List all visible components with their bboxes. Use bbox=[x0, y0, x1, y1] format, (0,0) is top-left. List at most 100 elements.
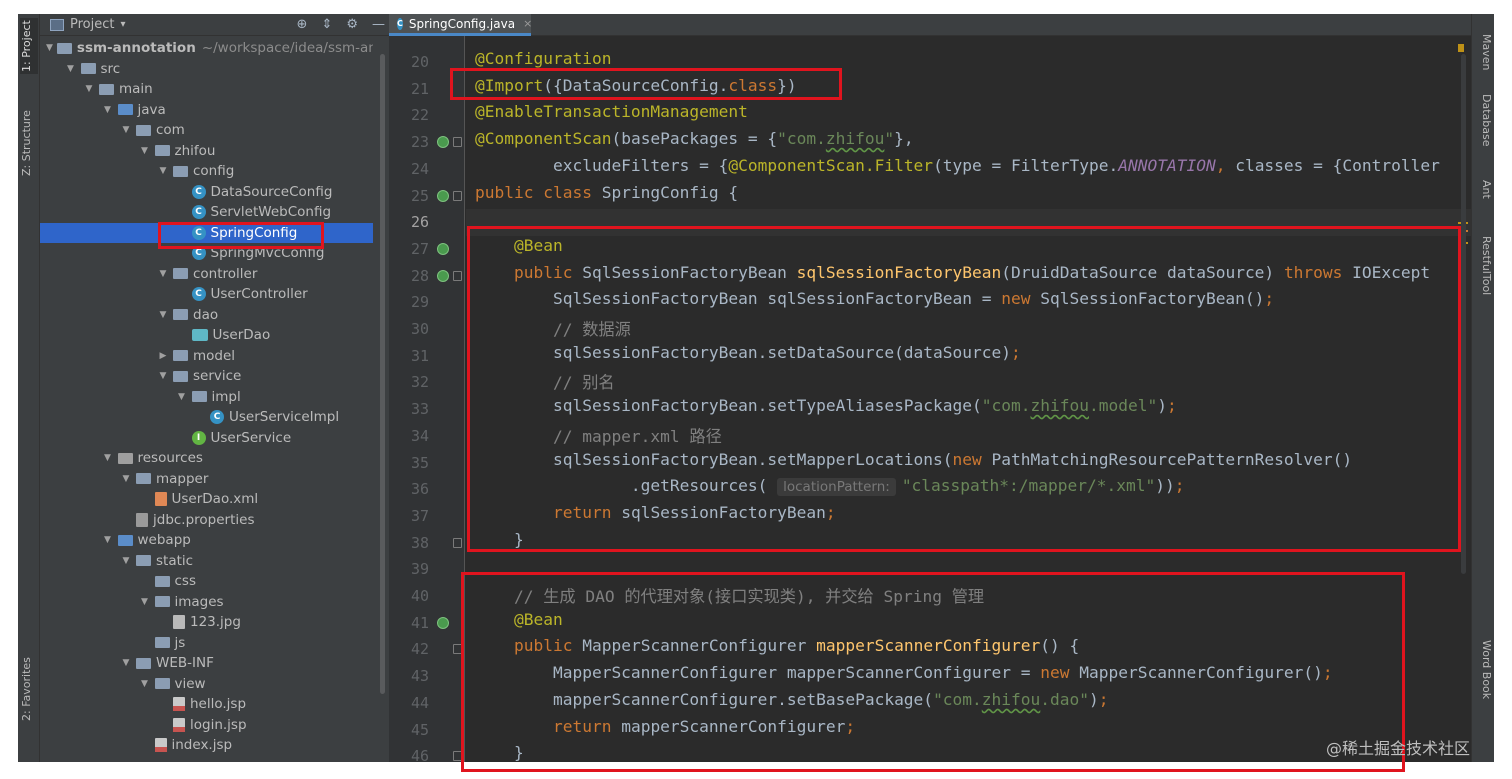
code-line[interactable]: // mapper.xml 路径 bbox=[466, 423, 1471, 450]
project-tool-tab[interactable]: 1: Project bbox=[20, 18, 38, 74]
tree-item[interactable]: ▼ src bbox=[40, 59, 373, 79]
expanded-arrow-icon[interactable]: ▼ bbox=[102, 535, 114, 545]
expanded-arrow-icon[interactable]: ▼ bbox=[120, 556, 132, 566]
code-line[interactable]: } bbox=[466, 743, 1471, 762]
tree-item[interactable]: 123.jpg bbox=[40, 612, 373, 632]
spring-bean-gutter-icon[interactable] bbox=[437, 616, 449, 629]
code-line[interactable]: .getResources( locationPattern: "classpat… bbox=[466, 476, 1471, 503]
code-line[interactable]: sqlSessionFactoryBean.setMapperLocations… bbox=[466, 450, 1471, 477]
tree-item[interactable]: ▼ service bbox=[40, 366, 373, 386]
code-line[interactable]: mapperScannerConfigurer.setBasePackage("… bbox=[466, 690, 1471, 717]
fold-marker-icon[interactable] bbox=[453, 270, 462, 281]
code-line[interactable]: // 生成 DAO 的代理对象(接口实现类), 并交给 Spring 管理 bbox=[466, 583, 1471, 610]
expanded-arrow-icon[interactable]: ▼ bbox=[65, 64, 77, 74]
tree-item[interactable]: ▼ config bbox=[40, 161, 373, 181]
restfultool-tool-tab[interactable]: RestfulTool bbox=[1475, 236, 1493, 318]
code-line[interactable]: @Bean bbox=[466, 236, 1471, 263]
tree-item[interactable]: UserDao bbox=[40, 325, 373, 345]
code-line[interactable]: public class SpringConfig { bbox=[466, 183, 1471, 210]
expanded-arrow-icon[interactable]: ▼ bbox=[157, 166, 169, 176]
expanded-arrow-icon[interactable]: ▼ bbox=[157, 269, 169, 279]
collapse-all-icon[interactable]: ⇕ bbox=[321, 17, 332, 32]
tree-item[interactable]: ▼ images bbox=[40, 592, 373, 612]
tree-item[interactable]: C UserController bbox=[40, 284, 373, 304]
code-editor[interactable]: @Configuration @Import({DataSourceConfig.… bbox=[466, 36, 1471, 762]
code-line[interactable]: @Configuration bbox=[466, 49, 1471, 76]
tree-item[interactable]: hello.jsp bbox=[40, 694, 373, 714]
code-line[interactable]: @Import({DataSourceConfig.class}) bbox=[466, 76, 1471, 103]
tree-item[interactable]: C SpringMvcConfig bbox=[40, 243, 373, 263]
close-icon[interactable]: × bbox=[523, 17, 532, 30]
expanded-arrow-icon[interactable]: ▼ bbox=[120, 658, 132, 668]
code-line[interactable]: // 数据源 bbox=[466, 316, 1471, 343]
expanded-arrow-icon[interactable]: ▼ bbox=[120, 474, 132, 484]
code-line[interactable]: return mapperScannerConfigurer; bbox=[466, 717, 1471, 744]
tree-item[interactable]: ▼ controller bbox=[40, 264, 373, 284]
expanded-arrow-icon[interactable]: ▼ bbox=[157, 310, 169, 320]
favorites-tool-tab[interactable]: 2: Favorites bbox=[20, 654, 38, 724]
expanded-arrow-icon[interactable]: ▼ bbox=[176, 392, 188, 402]
code-line[interactable]: public SqlSessionFactoryBean sqlSessionF… bbox=[466, 263, 1471, 290]
database-tool-tab[interactable]: Database bbox=[1475, 94, 1493, 160]
code-line[interactable]: sqlSessionFactoryBean.setDataSource(data… bbox=[466, 343, 1471, 370]
tab-springconfig[interactable]: C SpringConfig.java × bbox=[389, 14, 532, 36]
expanded-arrow-icon[interactable]: ▼ bbox=[102, 453, 114, 463]
structure-tool-tab[interactable]: Z: Structure bbox=[20, 106, 38, 180]
code-line[interactable]: SqlSessionFactoryBean sqlSessionFactoryB… bbox=[466, 289, 1471, 316]
tree-item[interactable]: ▼ static bbox=[40, 551, 373, 571]
tree-item[interactable]: login.jsp bbox=[40, 715, 373, 735]
tree-item[interactable]: ▼ mapper bbox=[40, 469, 373, 489]
expanded-arrow-icon[interactable]: ▼ bbox=[157, 371, 169, 381]
tree-item[interactable]: C ServletWebConfig bbox=[40, 202, 373, 222]
fold-marker-icon[interactable] bbox=[453, 537, 462, 548]
locate-icon[interactable]: ⊕ bbox=[297, 17, 308, 32]
tree-item[interactable]: ▼ impl bbox=[40, 387, 373, 407]
gear-icon[interactable]: ⚙ bbox=[346, 17, 358, 32]
tree-item[interactable]: UserDao.xml bbox=[40, 489, 373, 509]
tree-item[interactable]: css bbox=[40, 571, 373, 591]
wordbook-tool-tab[interactable]: Word Book bbox=[1475, 640, 1493, 720]
tree-item[interactable]: ▼ com bbox=[40, 120, 373, 140]
maven-tool-tab[interactable]: Maven bbox=[1475, 34, 1493, 78]
tree-item[interactable]: I UserService bbox=[40, 428, 373, 448]
code-line[interactable]: sqlSessionFactoryBean.setTypeAliasesPack… bbox=[466, 396, 1471, 423]
project-header-label[interactable]: Project bbox=[70, 17, 114, 32]
tree-item[interactable]: ▼ dao bbox=[40, 305, 373, 325]
hide-panel-icon[interactable]: — bbox=[372, 17, 385, 32]
expanded-arrow-icon[interactable]: ▼ bbox=[83, 84, 95, 94]
code-line[interactable]: excludeFilters = {@ComponentScan.Filter(… bbox=[466, 156, 1471, 183]
code-line[interactable] bbox=[466, 209, 1471, 236]
expanded-arrow-icon[interactable]: ▼ bbox=[120, 125, 132, 135]
code-line[interactable] bbox=[466, 556, 1471, 583]
spring-bean-gutter-icon[interactable] bbox=[437, 189, 449, 202]
code-line[interactable]: MapperScannerConfigurer mapperScannerCon… bbox=[466, 663, 1471, 690]
spring-bean-gutter-icon[interactable] bbox=[437, 136, 449, 149]
editor-scrollbar[interactable] bbox=[1461, 54, 1466, 574]
tree-item[interactable]: C DataSourceConfig bbox=[40, 182, 373, 202]
tree-item[interactable]: ▼ java bbox=[40, 100, 373, 120]
expanded-arrow-icon[interactable]: ▼ bbox=[46, 43, 53, 53]
fold-marker-icon[interactable] bbox=[453, 644, 462, 655]
tree-item[interactable]: ▼ WEB-INF bbox=[40, 653, 373, 673]
chevron-down-icon[interactable]: ▾ bbox=[120, 19, 125, 30]
tree-item[interactable]: ▼ webapp bbox=[40, 530, 373, 550]
ant-tool-tab[interactable]: Ant bbox=[1475, 180, 1493, 216]
tree-item[interactable]: C SpringConfig bbox=[40, 222, 373, 243]
fold-marker-icon[interactable] bbox=[453, 751, 462, 762]
tree-item[interactable]: ▼ main bbox=[40, 79, 373, 99]
code-line[interactable]: @ComponentScan(basePackages = {"com.zhif… bbox=[466, 129, 1471, 156]
code-line[interactable]: public MapperScannerConfigurer mapperSca… bbox=[466, 636, 1471, 663]
fold-marker-icon[interactable] bbox=[453, 190, 462, 201]
tree-item[interactable]: ▼ view bbox=[40, 674, 373, 694]
fold-marker-icon[interactable] bbox=[453, 137, 462, 148]
expanded-arrow-icon[interactable]: ▼ bbox=[139, 597, 151, 607]
code-line[interactable]: return sqlSessionFactoryBean; bbox=[466, 503, 1471, 530]
tree-item[interactable]: jdbc.properties bbox=[40, 510, 373, 530]
expanded-arrow-icon[interactable]: ▼ bbox=[139, 679, 151, 689]
expanded-arrow-icon[interactable]: ▼ bbox=[139, 146, 151, 156]
code-line[interactable]: @Bean bbox=[466, 610, 1471, 637]
tree-item[interactable]: ▼ zhifou bbox=[40, 141, 373, 161]
tree-item[interactable]: js bbox=[40, 633, 373, 653]
tree-scrollbar[interactable] bbox=[380, 54, 385, 694]
spring-bean-gutter-icon[interactable] bbox=[437, 242, 449, 255]
